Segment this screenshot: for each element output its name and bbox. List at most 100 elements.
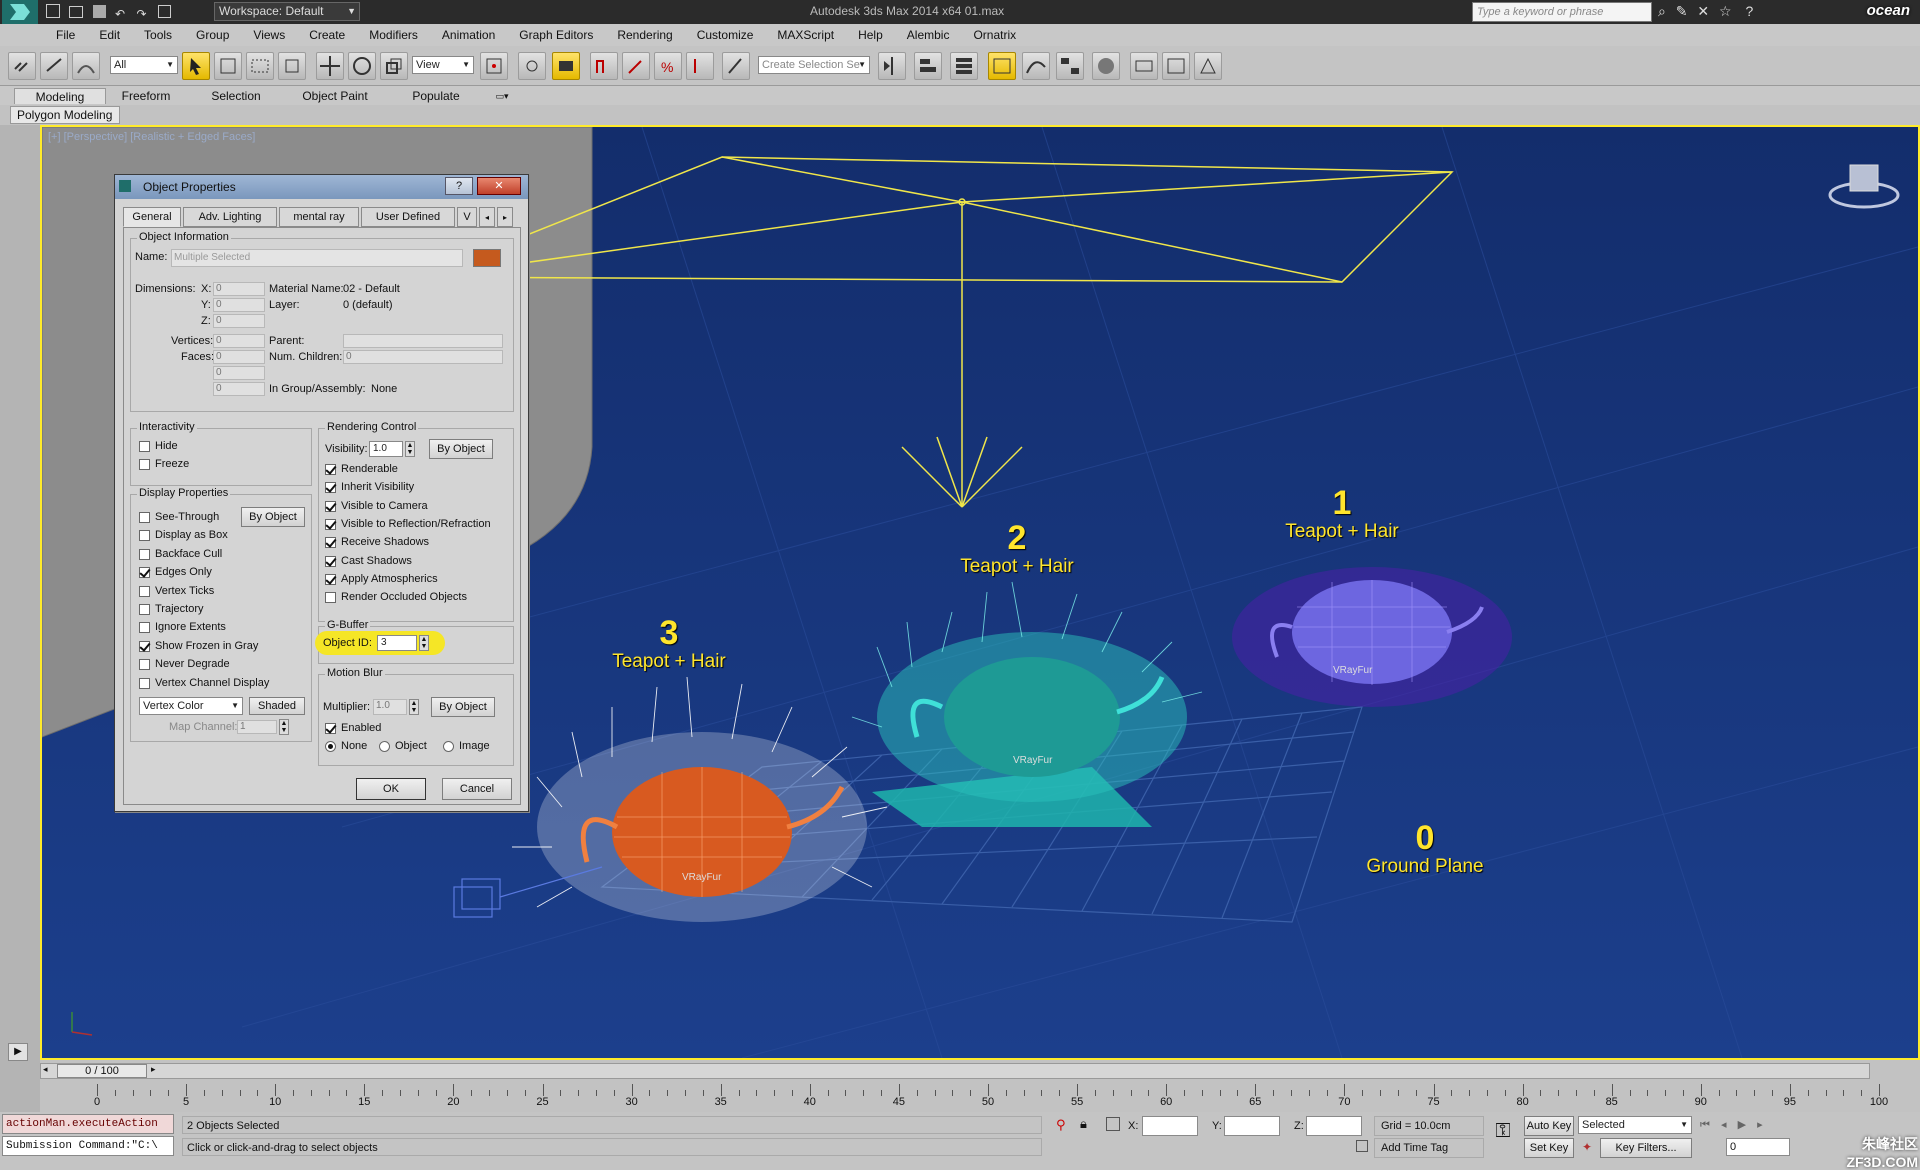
reference-coordinate-dropdown[interactable]: View ▼: [412, 56, 474, 74]
dialog-help-button[interactable]: ?: [445, 177, 473, 195]
freeze-checkbox[interactable]: [139, 459, 150, 470]
viewport-label[interactable]: [+] [Perspective] [Realistic + Edged Fac…: [48, 131, 255, 143]
apply-atmospherics-checkbox[interactable]: [325, 573, 336, 585]
go-to-start-icon[interactable]: ⏮︎: [1700, 1119, 1710, 1131]
menu-views[interactable]: Views: [241, 24, 297, 46]
y-coord-field[interactable]: [1224, 1116, 1280, 1136]
menu-tools[interactable]: Tools: [132, 24, 184, 46]
menu-maxscript[interactable]: MAXScript: [765, 24, 846, 46]
add-time-tag-button[interactable]: Add Time Tag: [1374, 1138, 1484, 1158]
menu-help[interactable]: Help: [846, 24, 895, 46]
schematic-view-icon[interactable]: [1056, 52, 1084, 80]
material-editor-icon[interactable]: [1092, 52, 1120, 80]
absolute-mode-icon[interactable]: [1106, 1117, 1120, 1131]
undo-icon[interactable]: ↶: [115, 7, 125, 21]
curve-editor-icon[interactable]: [1022, 52, 1050, 80]
play-icon[interactable]: ▶: [8, 1043, 28, 1061]
redo-icon[interactable]: ↷: [136, 7, 146, 21]
vertex-color-dropdown[interactable]: Vertex Color ▼: [139, 697, 243, 715]
select-object-icon[interactable]: [182, 52, 210, 80]
object-id-field[interactable]: 3: [377, 635, 417, 651]
renderable-checkbox[interactable]: [325, 464, 336, 475]
tab-selection[interactable]: Selection: [196, 88, 276, 104]
save-icon[interactable]: [92, 5, 106, 18]
play-animation-icon[interactable]: ▶: [1738, 1119, 1746, 1131]
layer-manager-icon[interactable]: [950, 52, 978, 80]
visibility-field[interactable]: 1.0: [369, 441, 403, 457]
tab-scroll-left-icon[interactable]: ◂: [479, 207, 495, 227]
snaps-toggle-icon[interactable]: [590, 52, 618, 80]
maxscript-listener-line-2[interactable]: Submission Command:"C:\: [2, 1136, 174, 1156]
menu-file[interactable]: File: [44, 24, 87, 46]
dialog-close-button[interactable]: ✕: [477, 177, 521, 195]
unlink-selection-icon[interactable]: [40, 52, 68, 80]
visibility-spinner[interactable]: ▲ ▼: [405, 441, 415, 457]
selection-filter-dropdown[interactable]: All ▼: [110, 56, 178, 74]
set-key-button[interactable]: Set Key: [1524, 1138, 1574, 1158]
time-slider[interactable]: ◂ 0 / 100 ▸: [40, 1063, 1870, 1079]
time-slider-prev-icon[interactable]: ◂: [43, 1064, 48, 1075]
show-frozen-in-gray-checkbox[interactable]: [139, 640, 150, 652]
motion-blur-by-object-button[interactable]: By Object: [431, 697, 495, 717]
multiplier-spinner[interactable]: ▲ ▼: [409, 699, 419, 715]
vertex-ticks-checkbox[interactable]: [139, 585, 150, 597]
rectangular-selection-icon[interactable]: [246, 52, 274, 80]
select-and-rotate-icon[interactable]: [348, 52, 376, 80]
tab-object-paint[interactable]: Object Paint: [290, 88, 380, 104]
help-icon[interactable]: ?: [1745, 3, 1753, 19]
spinner-snap-icon[interactable]: [686, 52, 714, 80]
window-crossing-icon[interactable]: [278, 52, 306, 80]
x-coord-field[interactable]: [1142, 1116, 1198, 1136]
tools-icon[interactable]: ✕: [1697, 3, 1709, 19]
named-selection-set-dropdown[interactable]: Create Selection Se ▼: [758, 56, 870, 74]
rendered-frame-window-icon[interactable]: [1162, 52, 1190, 80]
cast-shadows-checkbox[interactable]: [325, 555, 336, 567]
time-tag-icon[interactable]: [1356, 1140, 1368, 1152]
inherit-visibility-checkbox[interactable]: [325, 482, 336, 494]
timeline-ruler[interactable]: 0 5 10 15 20 25 30 35 40 45 50 55 60 65 70 75 80 85 90 95 10…: [40, 1080, 1888, 1112]
project-folder-icon[interactable]: [157, 5, 171, 18]
select-manipulate-icon[interactable]: [518, 52, 546, 80]
z-coord-field[interactable]: [1306, 1116, 1362, 1136]
pivot-center-icon[interactable]: [480, 52, 508, 80]
menu-customize[interactable]: Customize: [685, 24, 766, 46]
menu-group[interactable]: Group: [184, 24, 241, 46]
cancel-button[interactable]: Cancel: [442, 778, 512, 800]
menu-create[interactable]: Create: [297, 24, 357, 46]
trajectory-checkbox[interactable]: [139, 604, 150, 615]
visible-to-reflection-refraction-checkbox[interactable]: [325, 518, 336, 530]
menu-modifiers[interactable]: Modifiers: [357, 24, 430, 46]
percent-snap-icon[interactable]: %: [654, 52, 682, 80]
auto-key-button[interactable]: Auto Key: [1524, 1116, 1574, 1136]
select-by-name-icon[interactable]: [214, 52, 242, 80]
tab-modeling[interactable]: Modeling: [14, 88, 106, 104]
motion-blur-enabled-checkbox[interactable]: [325, 723, 336, 734]
render-production-icon[interactable]: [1194, 52, 1222, 80]
maxscript-listener-line-1[interactable]: actionMan.executeAction: [2, 1114, 174, 1134]
tab-general[interactable]: General: [123, 207, 181, 227]
app-logo-icon[interactable]: [2, 0, 38, 24]
name-field[interactable]: Multiple Selected: [171, 249, 463, 267]
visible-to-camera-checkbox[interactable]: [325, 500, 336, 512]
menu-alembic[interactable]: Alembic: [895, 24, 962, 46]
receive-shadows-checkbox[interactable]: [325, 537, 336, 549]
dialog-title-bar[interactable]: Object Properties ? ✕: [115, 175, 528, 199]
tab-populate[interactable]: Populate: [396, 88, 476, 104]
set-key-mode-icon[interactable]: ⚿: [1488, 1120, 1518, 1150]
key-filter-icon[interactable]: ✦: [1582, 1140, 1592, 1154]
ignore-extents-checkbox[interactable]: [139, 622, 150, 634]
menu-graph-editors[interactable]: Graph Editors: [507, 24, 605, 46]
mirror-icon[interactable]: [878, 52, 906, 80]
next-frame-icon[interactable]: ▸: [1757, 1119, 1763, 1131]
binoculars-icon[interactable]: ⌕: [1658, 3, 1666, 19]
key-filters-button[interactable]: Key Filters...: [1600, 1138, 1692, 1158]
angle-snap-icon[interactable]: [622, 52, 650, 80]
multiplier-field[interactable]: 1.0: [373, 699, 407, 715]
never-degrade-checkbox[interactable]: [139, 659, 150, 671]
render-occluded-objects-checkbox[interactable]: [325, 592, 336, 604]
tab-mental-ray[interactable]: mental ray: [279, 207, 359, 227]
selection-lock-icon[interactable]: 🔒︎: [1080, 1116, 1087, 1132]
see-through-checkbox[interactable]: [139, 512, 150, 523]
bind-to-space-warp-icon[interactable]: [72, 52, 100, 80]
display-as-box-checkbox[interactable]: [139, 530, 150, 542]
